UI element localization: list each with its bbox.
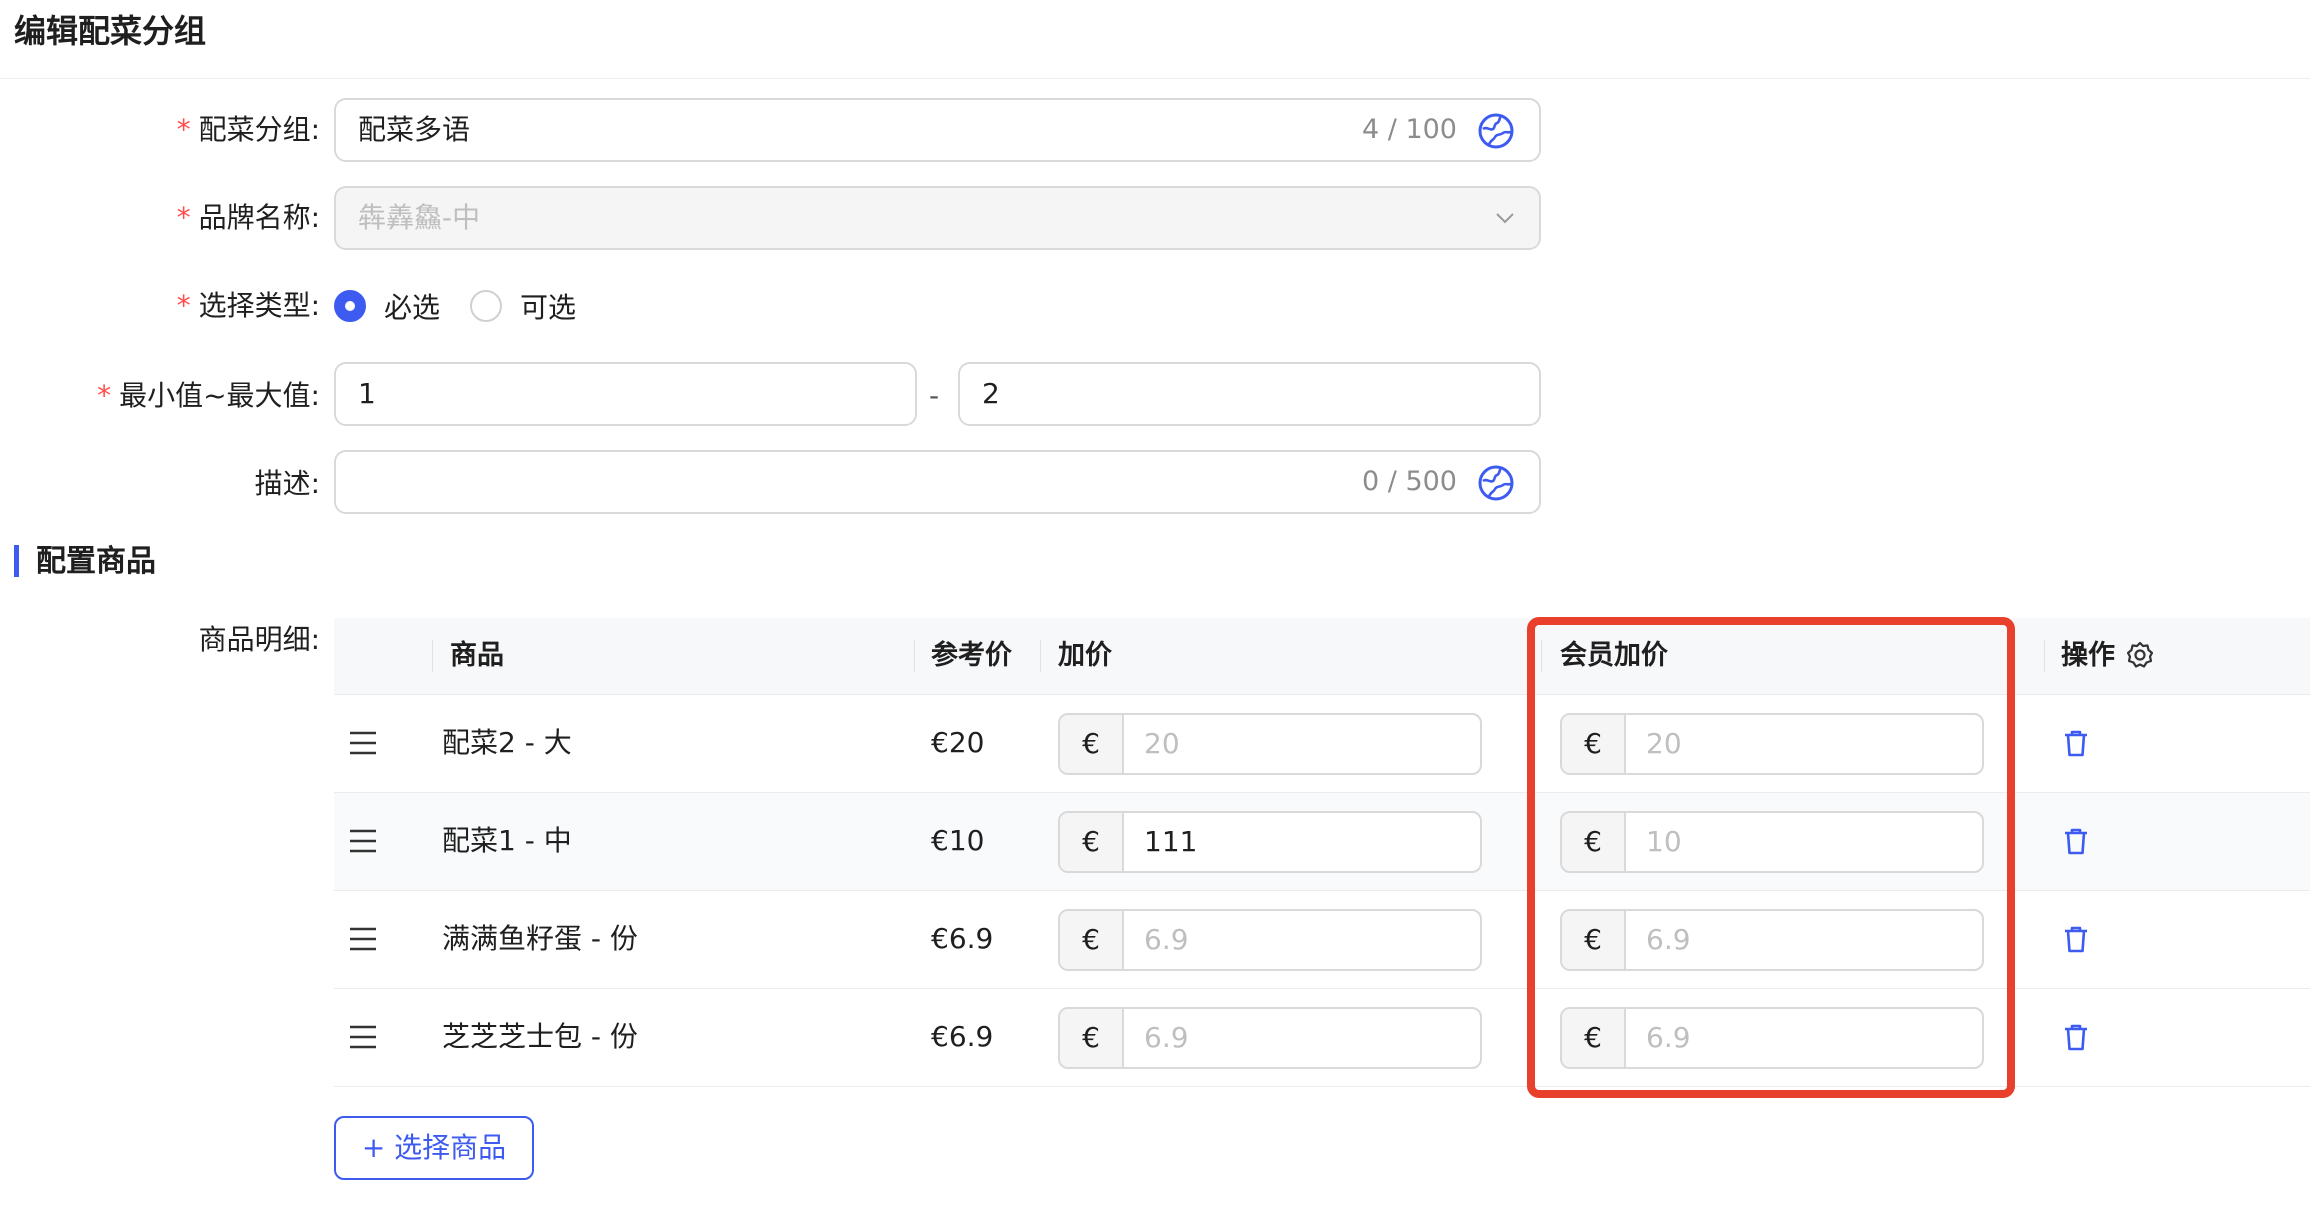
product-name: 配菜1 - 中 [442,824,572,857]
section-title: 配置商品 [36,544,156,579]
group-name-value: 配菜多语 [358,113,471,146]
max-value-input[interactable]: 2 [958,362,1541,426]
drag-handle-icon[interactable] [348,925,378,953]
required-mark: * [97,379,112,412]
chevron-down-icon [1496,213,1514,224]
globe-icon[interactable] [1477,464,1515,502]
radio-required[interactable]: 必选 [334,286,440,326]
product-detail-label: 商品明细: [198,623,320,656]
table-header: 商品 参考价 加价 会员加价 操作 [334,618,2310,695]
euro-addon: € [1060,715,1124,773]
euro-addon: € [1562,813,1626,871]
product-table: 商品 参考价 加价 会员加价 操作 配菜2 - 大 €20 € 20 € 20 … [334,618,2310,1088]
euro-addon: € [1060,911,1124,969]
member-price-input[interactable]: € 20 [1560,713,1984,775]
header-ref-price: 参考价 [931,640,1012,671]
min-value-input[interactable]: 1 [334,362,917,426]
euro-addon: € [1060,813,1124,871]
header-member-price: 会员加价 [1560,640,1668,671]
drag-handle-icon[interactable] [348,1023,378,1051]
table-row: 配菜1 - 中 €10 € 111 € 10 [334,793,2310,891]
radio-unchecked-icon[interactable] [470,290,502,322]
euro-addon: € [1060,1009,1124,1067]
header-product: 商品 [450,640,504,671]
member-price-value: 20 [1646,727,1682,760]
range-label: * 最小值~最大值: [97,379,320,412]
trash-icon[interactable] [2061,1022,2091,1052]
column-divider [432,640,433,672]
euro-addon: € [1562,1009,1626,1067]
trash-icon[interactable] [2061,826,2091,856]
add-price-input[interactable]: € 111 [1058,811,1482,873]
gear-icon[interactable] [2125,640,2155,670]
range-separator: - [929,379,940,412]
description-char-count: 0 / 500 [1362,466,1457,497]
drag-handle-icon[interactable] [348,827,378,855]
radio-checked-icon[interactable] [334,290,366,322]
brand-label: * 品牌名称: [176,201,320,234]
column-divider [914,640,915,672]
group-name-input[interactable]: 配菜多语 4 / 100 [334,98,1541,162]
add-price-value: 6.9 [1144,923,1189,956]
column-divider [2044,640,2045,672]
table-row: 芝芝芝士包 - 份 €6.9 € 6.9 € 6.9 [334,989,2310,1087]
required-mark: * [176,289,191,322]
product-name: 配菜2 - 大 [442,726,572,759]
drag-handle-icon[interactable] [348,729,378,757]
group-label: * 配菜分组: [176,113,320,146]
add-price-input[interactable]: € 6.9 [1058,1007,1482,1069]
select-products-button[interactable]: + 选择商品 [334,1116,534,1180]
add-price-value: 111 [1144,825,1198,858]
radio-required-label: 必选 [384,291,441,324]
header-actions-label: 操作 [2061,640,2115,671]
page-header: 编辑配菜分组 [0,0,2310,79]
add-price-value: 6.9 [1144,1021,1189,1054]
brand-select[interactable]: 犇羴鱻-中 [334,186,1541,250]
reference-price: €20 [931,726,985,759]
add-price-value: 20 [1144,727,1180,760]
reference-price: €10 [931,824,985,857]
page: 编辑配菜分组 * 配菜分组: 配菜多语 4 / 100 * 品牌名称: 犇羴鱻-中 … [0,0,2310,1212]
min-value: 1 [358,377,376,410]
member-price-value: 6.9 [1646,923,1691,956]
product-name: 芝芝芝士包 - 份 [442,1020,638,1053]
header-actions: 操作 [2061,618,2155,694]
member-price-input[interactable]: € 6.9 [1560,1007,1984,1069]
member-price-input[interactable]: € 10 [1560,811,1984,873]
globe-icon[interactable] [1477,112,1515,150]
table-row: 配菜2 - 大 €20 € 20 € 20 [334,695,2310,793]
euro-addon: € [1562,715,1626,773]
member-price-value: 6.9 [1646,1021,1691,1054]
reference-price: €6.9 [931,922,994,955]
group-name-char-count: 4 / 100 [1362,114,1457,145]
section-accent-bar [14,545,19,577]
member-price-input[interactable]: € 6.9 [1560,909,1984,971]
product-name: 满满鱼籽蛋 - 份 [442,922,638,955]
max-value: 2 [982,377,1000,410]
radio-optional-label: 可选 [520,291,577,324]
column-divider [1541,640,1542,672]
required-mark: * [176,201,191,234]
add-price-input[interactable]: € 20 [1058,713,1482,775]
table-row: 满满鱼籽蛋 - 份 €6.9 € 6.9 € 6.9 [334,891,2310,989]
required-mark: * [176,113,191,146]
description-input[interactable]: 0 / 500 [334,450,1541,514]
column-divider [1040,640,1041,672]
euro-addon: € [1562,911,1626,969]
add-price-input[interactable]: € 6.9 [1058,909,1482,971]
member-price-value: 10 [1646,825,1682,858]
header-add-price: 加价 [1058,640,1112,671]
reference-price: €6.9 [931,1020,994,1053]
description-label: 描述: [254,467,320,500]
select-type-label: * 选择类型: [176,289,320,322]
trash-icon[interactable] [2061,728,2091,758]
trash-icon[interactable] [2061,924,2091,954]
brand-select-value: 犇羴鱻-中 [358,201,481,234]
radio-optional[interactable]: 可选 [470,286,576,326]
page-title: 编辑配菜分组 [14,12,207,50]
